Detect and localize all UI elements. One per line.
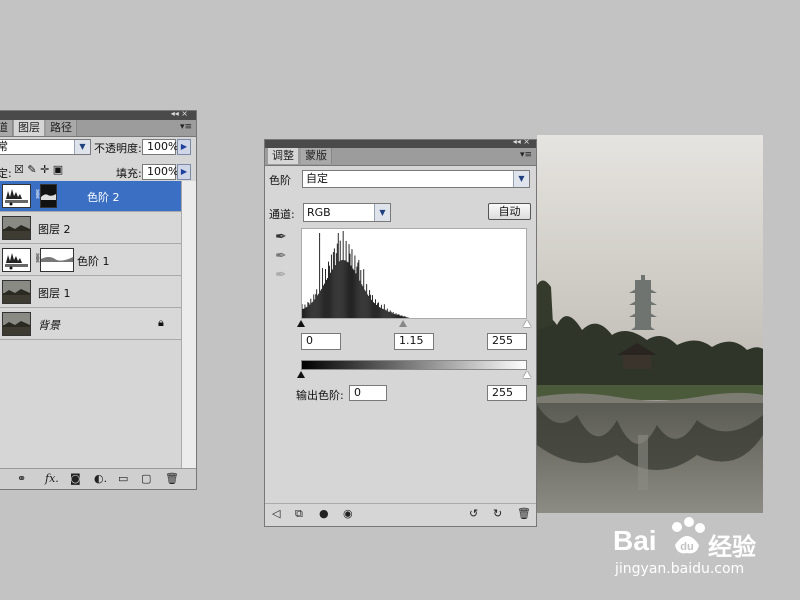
layer-thumbnail <box>2 280 31 304</box>
adjustment-icon[interactable]: ◐. <box>94 472 107 485</box>
layer-name: 色阶 2 <box>87 191 120 204</box>
layer-name: 背景 <box>38 319 60 332</box>
layer-row-layer-1[interactable]: 图层 1 <box>0 277 182 308</box>
auto-button[interactable]: 自动 <box>488 203 531 220</box>
blend-mode-value: 常 <box>0 140 8 153</box>
layers-list: ⛓ 色阶 2 图层 2 ⛓ 色阶 1 <box>0 181 182 471</box>
collapse-icon[interactable]: ◂◂ × <box>171 109 188 118</box>
layer-thumbnail <box>2 312 31 336</box>
eyedropper-white-icon[interactable]: ✒ <box>275 267 287 283</box>
fill-label: 填充: <box>116 167 142 180</box>
input-white-slider[interactable] <box>523 320 531 327</box>
fill-stepper[interactable]: ▶ <box>177 164 191 180</box>
layer-name: 色阶 1 <box>77 255 110 268</box>
fx-icon[interactable]: fx. <box>45 472 59 485</box>
watermark-brand-jingyan: 经验 <box>708 533 756 561</box>
layers-tab-bar: 道 图层 路径 ▾≡ <box>0 120 196 137</box>
output-white-field[interactable]: 255 <box>487 385 527 401</box>
lock-icon: 🔒︎ <box>158 316 164 329</box>
paw-logo-icon: du <box>672 517 705 554</box>
eyedropper-gray-icon[interactable]: ✒ <box>275 248 287 264</box>
tab-channels[interactable]: 道 <box>0 120 13 136</box>
previous-state-icon[interactable]: ↺ <box>469 507 478 520</box>
blend-mode-select[interactable]: 常 ▼ <box>0 139 91 155</box>
chevron-down-icon[interactable]: ▼ <box>74 140 90 154</box>
layers-bottom-toolbar: ⚭ fx. ◙ ◐. ▭ ▢ 🗑︎ <box>0 468 196 489</box>
histogram <box>301 228 527 319</box>
output-levels-label: 输出色阶: <box>296 389 344 402</box>
link-icon[interactable]: ⚭ <box>17 472 26 485</box>
panel-menu-icon[interactable]: ▾≡ <box>180 122 192 132</box>
channel-label: 通道: <box>269 208 295 221</box>
levels-adjustment-icon <box>2 248 31 272</box>
opacity-stepper[interactable]: ▶ <box>177 139 191 155</box>
layer-row-layer-2[interactable]: 图层 2 <box>0 213 182 244</box>
output-gradient-bar <box>301 360 527 370</box>
document-photo <box>537 135 763 513</box>
eye-icon[interactable]: ◉ <box>343 507 353 520</box>
baidu-jingyan-watermark: Bai du 经验 jingyan.baidu.com <box>610 515 790 585</box>
preset-value: 自定 <box>306 172 328 185</box>
input-black-slider[interactable] <box>297 320 305 327</box>
chevron-down-icon[interactable]: ▼ <box>513 171 529 187</box>
trash-icon[interactable]: 🗑︎ <box>165 472 179 485</box>
layer-mask-thumb[interactable] <box>40 184 57 208</box>
layer-mask-thumb[interactable] <box>40 248 74 272</box>
levels-adjustment-icon <box>2 184 31 208</box>
watermark-brand: Bai <box>613 525 657 556</box>
preset-select[interactable]: 自定 ▼ <box>302 170 530 188</box>
lock-icons[interactable]: ☒ ✎ ✛ ▣ <box>14 163 63 176</box>
input-black-field[interactable]: 0 <box>301 333 341 350</box>
new-layer-icon[interactable]: ▢ <box>141 472 151 485</box>
folder-icon[interactable]: ▭ <box>118 472 128 485</box>
chevron-down-icon[interactable]: ▼ <box>374 204 390 221</box>
layer-row-levels-2[interactable]: ⛓ 色阶 2 <box>0 181 182 212</box>
layer-row-levels-1[interactable]: ⛓ 色阶 1 <box>0 245 182 276</box>
layer-name: 图层 2 <box>38 223 71 236</box>
channel-select[interactable]: RGB ▼ <box>303 203 391 222</box>
eyedropper-black-icon[interactable]: ✒ <box>275 229 287 245</box>
collapse-icon[interactable]: ◂◂ × <box>513 137 530 146</box>
channel-value: RGB <box>307 206 331 219</box>
preset-label: 色阶 <box>269 174 291 187</box>
panel-menu-icon[interactable]: ▾≡ <box>520 150 532 160</box>
output-black-field[interactable]: 0 <box>349 385 387 401</box>
trash-icon[interactable]: 🗑︎ <box>517 507 531 520</box>
input-gamma-field[interactable]: 1.15 <box>394 333 434 350</box>
output-white-slider[interactable] <box>523 371 531 378</box>
watermark-url: jingyan.baidu.com <box>615 561 745 577</box>
layer-row-background[interactable]: 背景 🔒︎ <box>0 309 182 340</box>
opacity-input[interactable]: 100% <box>142 139 178 155</box>
layers-scrollbar[interactable] <box>181 181 196 471</box>
mask-icon[interactable]: ◙ <box>70 472 81 485</box>
layer-thumbnail <box>2 216 31 240</box>
adjustments-tab-bar: 调整 蒙版 ▾≡ <box>265 148 536 166</box>
layer-visibility-icon[interactable]: ● <box>319 507 329 520</box>
clip-layer-icon[interactable]: ⧉ <box>295 507 303 521</box>
panel-title-bar[interactable]: ◂◂ × <box>265 137 536 148</box>
output-black-slider[interactable] <box>297 371 305 378</box>
tab-adjustments[interactable]: 调整 <box>268 148 298 164</box>
panel-title-bar[interactable]: ◂◂ × <box>0 109 196 120</box>
tab-layers[interactable]: 图层 <box>14 120 44 136</box>
tab-paths[interactable]: 路径 <box>46 120 77 136</box>
adjustments-panel: ◂◂ × 调整 蒙版 ▾≡ 色阶 自定 ▼ 通道: RGB ▼ 自动 ✒ ✒ ✒… <box>264 137 537 527</box>
svg-text:du: du <box>680 541 693 553</box>
tab-masks[interactable]: 蒙版 <box>301 148 332 164</box>
back-arrow-icon[interactable]: ◁ <box>272 507 280 520</box>
layer-name: 图层 1 <box>38 287 71 300</box>
fill-input[interactable]: 100% <box>142 164 178 180</box>
adjustments-bottom-toolbar: ◁ ⧉ ● ◉ ↺ ↻ 🗑︎ <box>265 503 536 526</box>
reset-icon[interactable]: ↻ <box>493 507 502 520</box>
input-white-field[interactable]: 255 <box>487 333 527 350</box>
layers-panel: ◂◂ × 道 图层 路径 ▾≡ 常 ▼ 不透明度: 100% ▶ 定: ☒ ✎ … <box>0 109 197 490</box>
opacity-label: 不透明度: <box>94 142 142 155</box>
input-gamma-slider[interactable] <box>399 320 407 327</box>
lock-label: 定: <box>0 167 12 180</box>
